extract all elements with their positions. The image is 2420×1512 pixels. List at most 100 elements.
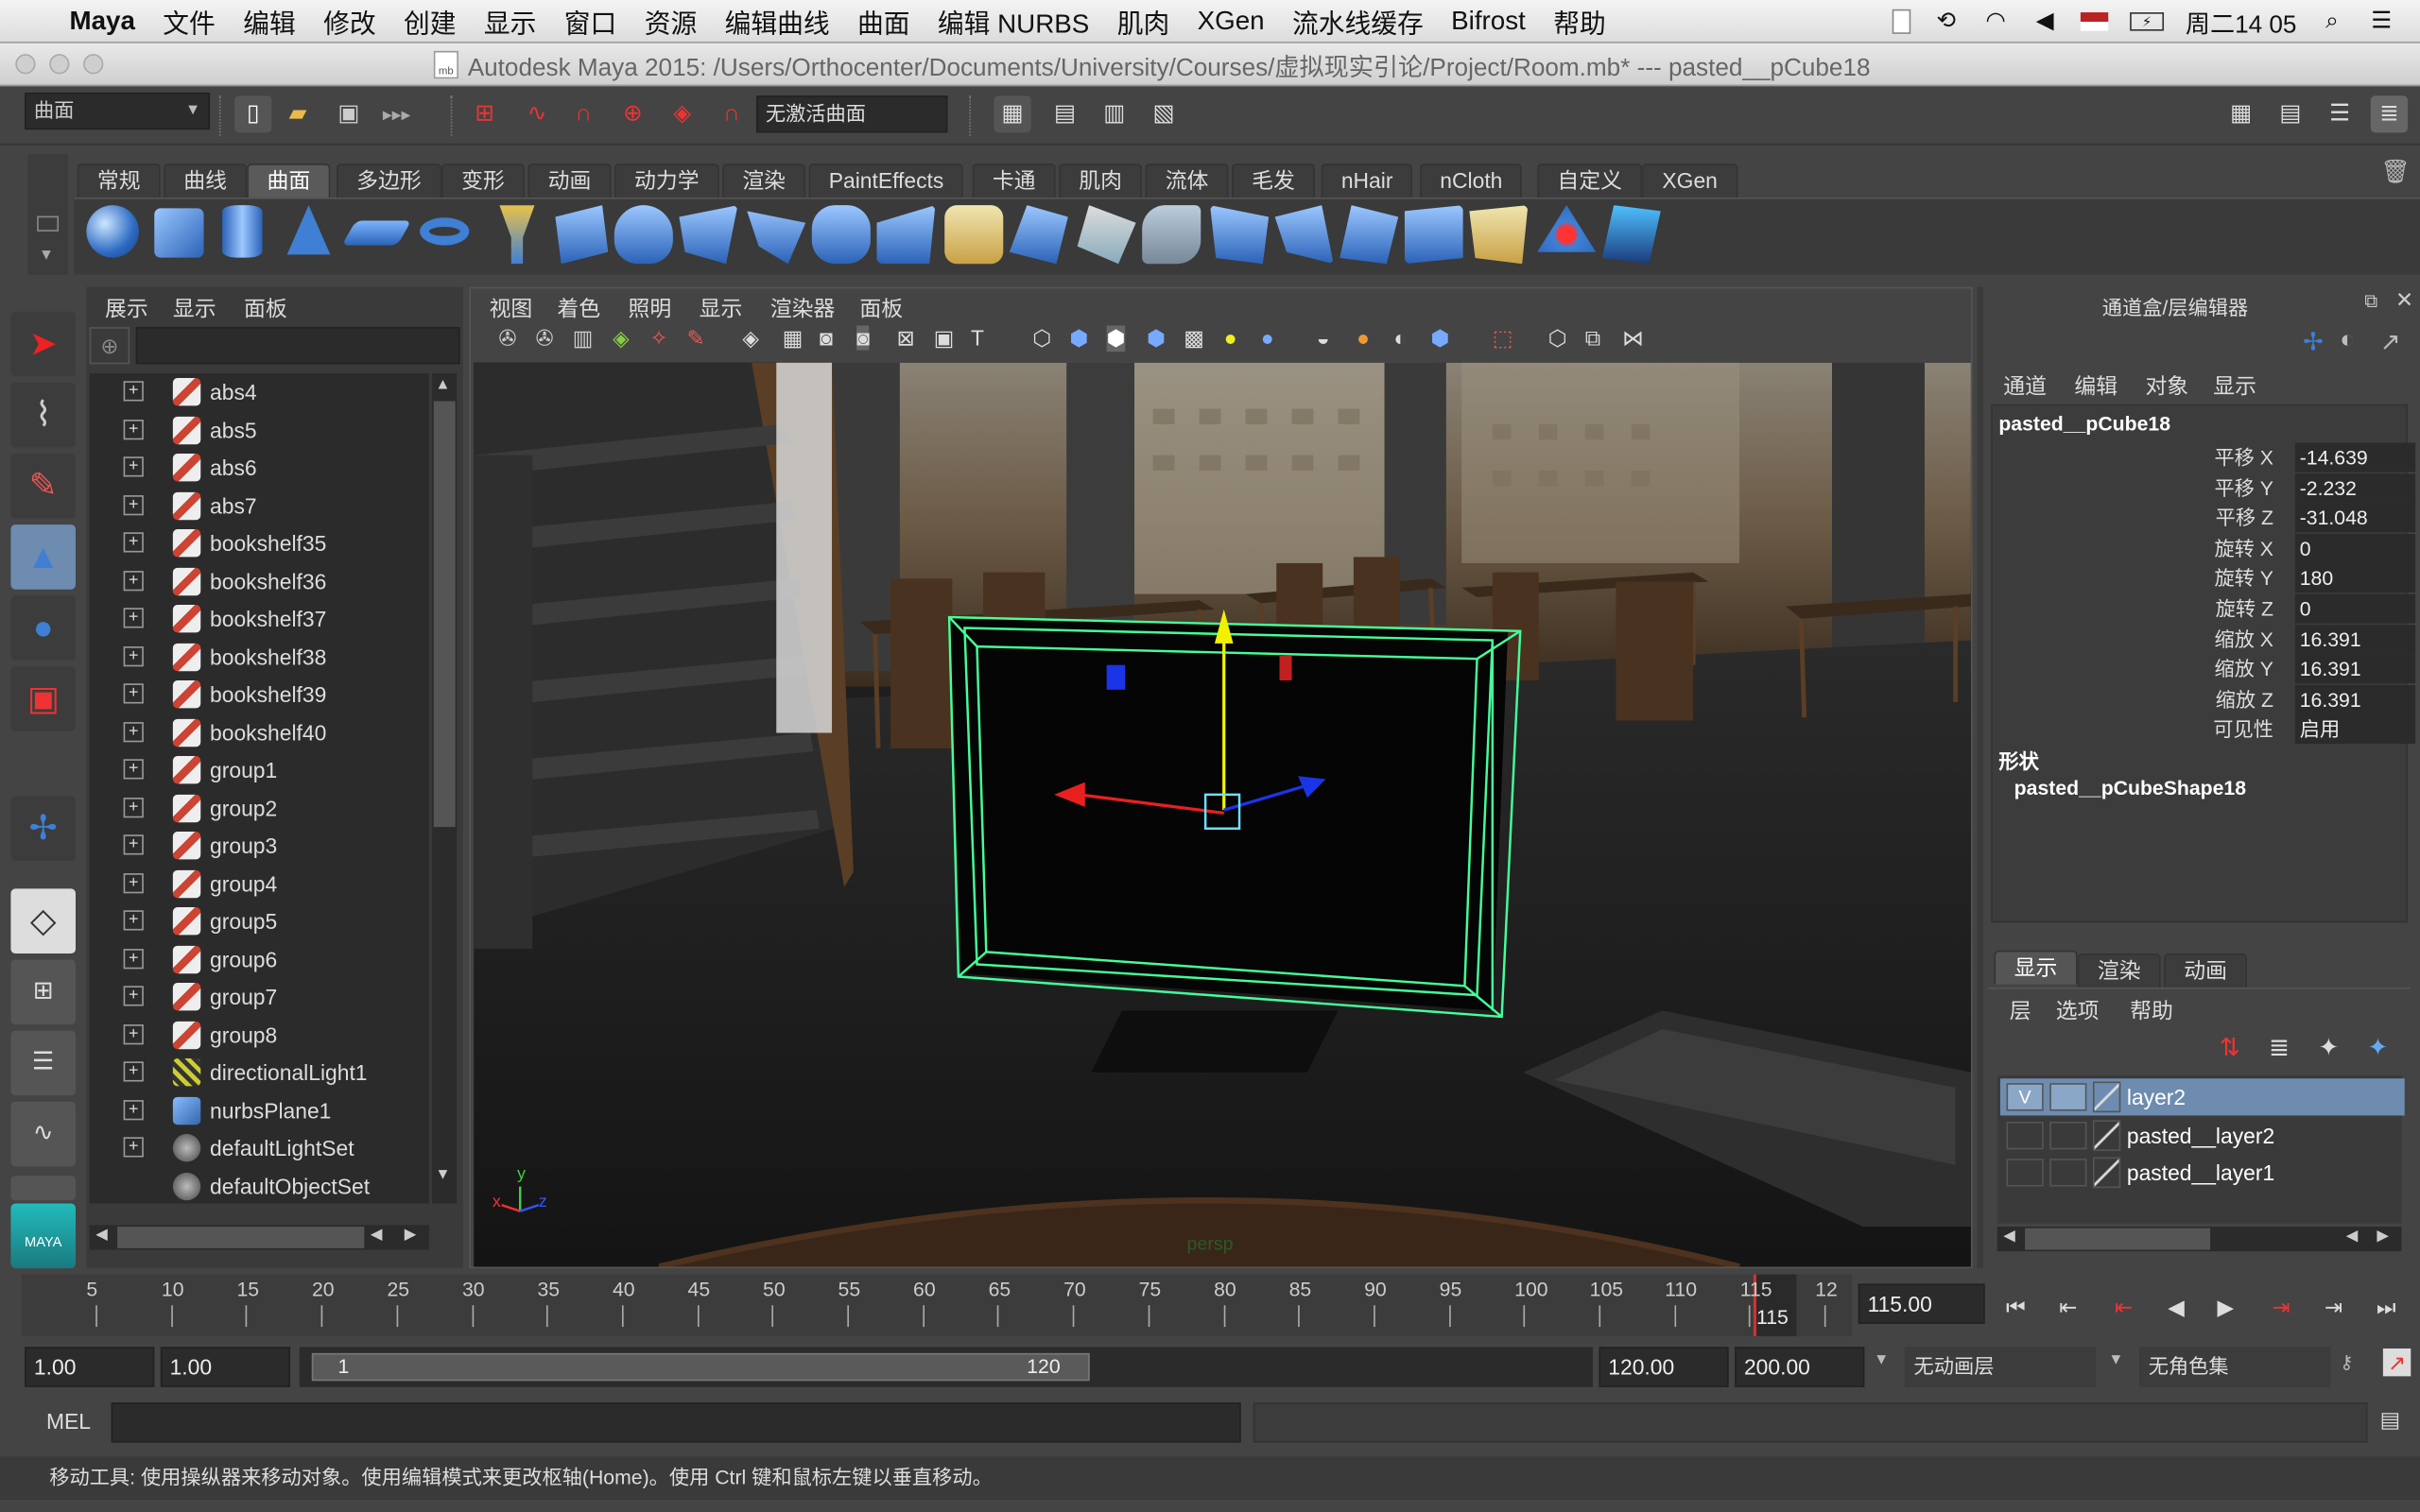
isolate-select-icon[interactable]: ⬚ — [1493, 325, 1513, 352]
expand-icon[interactable]: + — [123, 1061, 144, 1082]
go-to-end-icon[interactable]: ⏭ — [2371, 1293, 2402, 1320]
step-back-frame-icon[interactable]: ⇤ — [2108, 1293, 2139, 1320]
range-slider-bar[interactable]: 1 120 — [311, 1352, 1090, 1382]
outliner-item-bookshelf40[interactable]: + bookshelf40 — [90, 713, 429, 750]
animation-end-field[interactable]: 200.00 — [1735, 1347, 1865, 1387]
hud-icon[interactable]: ⬡ — [1548, 325, 1567, 352]
surface-editing-icon[interactable] — [1601, 205, 1661, 265]
outliner-menu-display[interactable]: 显示 — [173, 293, 216, 324]
layer-color-swatch[interactable] — [2092, 1119, 2121, 1151]
time-machine-icon[interactable]: ⟲ — [1932, 8, 1960, 33]
wifi-icon[interactable]: ◠ — [1981, 8, 2009, 33]
app-menu[interactable]: Maya — [56, 6, 149, 37]
close-icon[interactable]: ✕ — [2395, 287, 2413, 314]
nurbs-cube-icon[interactable] — [154, 208, 204, 258]
layout-shortcut-icon[interactable] — [10, 1176, 77, 1201]
make-live-icon[interactable]: ∩ — [713, 95, 750, 132]
live-surface-field[interactable]: 无激活曲面 — [756, 95, 948, 133]
time-slider-track[interactable]: 115 5 10 15 20 25 30 35 40 45 50 55 60 65 70 75 80 85 90 9… — [21, 1274, 1853, 1336]
layer-editor-toggle-icon[interactable]: ◐ — [2340, 327, 2355, 354]
animation-start-field[interactable]: 1.00 — [25, 1347, 155, 1387]
shelf-tab-general[interactable]: 常规 — [77, 163, 161, 198]
open-scene-icon[interactable]: ▰ — [280, 95, 317, 132]
close-window-button[interactable] — [15, 54, 36, 75]
chevron-down-icon[interactable]: ▼ — [2108, 1351, 2123, 1368]
outliner-item-group1[interactable]: + group1 — [90, 751, 429, 788]
attribute-editor-toggle-icon[interactable]: ↗ — [2380, 327, 2401, 358]
layer-tab-render[interactable]: 渲染 — [2077, 954, 2161, 988]
character-set-dropdown[interactable]: 无角色集 — [2138, 1347, 2331, 1387]
select-camera-icon[interactable]: ✇ — [498, 325, 516, 352]
layer-menu-help[interactable]: 帮助 — [2130, 995, 2173, 1026]
channel-value-field[interactable]: -2.232 — [2294, 472, 2416, 503]
show-attribute-editor-icon[interactable]: ▦ — [2222, 95, 2259, 132]
nurbs-cylinder-icon[interactable] — [222, 205, 263, 258]
outliner-item-group2[interactable]: + group2 — [90, 789, 429, 826]
channel-value-field[interactable]: 180 — [2294, 563, 2416, 593]
outliner-item-abs4[interactable]: + abs4 — [90, 373, 429, 410]
channel-value-field[interactable]: -31.048 — [2294, 503, 2416, 533]
resolution-gate-icon[interactable]: ◙ — [820, 325, 833, 350]
snap-point-icon[interactable]: ∩ — [565, 95, 602, 132]
paint-select-tool-icon[interactable]: ✎ — [10, 454, 77, 519]
four-view-layout-icon[interactable]: ⊞ — [10, 959, 77, 1025]
notification-center-icon[interactable]: ☰ — [2368, 8, 2395, 33]
channel-row[interactable]: 平移 Y -2.232 — [1998, 472, 2416, 503]
shelf-tab-surfaces[interactable]: 曲面 — [247, 163, 331, 198]
channel-value-field[interactable]: 16.391 — [2294, 624, 2416, 654]
viewport-menu-lighting[interactable]: 照明 — [629, 293, 672, 324]
checker-icon[interactable]: ▩ — [1184, 325, 1204, 352]
menu-edit[interactable]: 编辑 — [230, 2, 310, 41]
shelf-tab-animation[interactable]: 动画 — [527, 163, 612, 198]
snap-grid-icon[interactable]: ⊞ — [466, 95, 503, 132]
layer-visibility-toggle[interactable]: V — [2006, 1083, 2044, 1111]
expand-icon[interactable]: + — [123, 872, 144, 893]
shelf-tab-toon[interactable]: 卡通 — [972, 163, 1056, 198]
channel-row[interactable]: 旋转 Z 0 — [1998, 593, 2416, 624]
shelf-tab-fluids[interactable]: 流体 — [1145, 163, 1229, 198]
layer-visibility-toggle[interactable] — [2006, 1159, 2044, 1187]
menu-display[interactable]: 显示 — [470, 2, 550, 41]
outliner-item-group4[interactable]: + group4 — [90, 865, 429, 902]
notebook-icon[interactable] — [1892, 8, 1911, 34]
new-layer-from-selection-icon[interactable]: ✦ — [2368, 1032, 2389, 1063]
layer-hscroll-thumb[interactable] — [2025, 1228, 2211, 1250]
detach-icon[interactable] — [1340, 205, 1399, 265]
current-frame-field[interactable]: 115.00 — [1858, 1283, 1985, 1324]
key-icon[interactable]: ⚷ — [2340, 1351, 2353, 1373]
layer-row-pasted__layer1[interactable]: pasted__layer1 — [2000, 1154, 2405, 1191]
scroll-right-arrow-icon[interactable]: ▶ — [405, 1227, 417, 1244]
viewport-menu-panels[interactable]: 面板 — [859, 293, 903, 324]
frame-selection-icon[interactable]: ⧉ — [1585, 325, 1600, 352]
single-perspective-view-icon[interactable]: ◇ — [10, 888, 77, 954]
graph-persp-layout-icon[interactable]: ∿ — [10, 1101, 77, 1167]
nurbs-sphere-icon[interactable] — [86, 205, 139, 258]
safe-title-icon[interactable]: T — [971, 325, 984, 350]
expand-icon[interactable]: + — [123, 910, 144, 931]
expand-icon[interactable]: + — [123, 797, 144, 817]
manipulator-tool-icon[interactable]: ✢ — [10, 796, 77, 862]
outliner-item-directionalLight1[interactable]: + directionalLight1 — [90, 1054, 429, 1091]
channel-row[interactable]: 旋转 Y 180 — [1998, 563, 2416, 593]
shelf-tab-paint-effects[interactable]: PaintEffects — [808, 163, 964, 198]
square-icon[interactable] — [876, 205, 936, 265]
expand-icon[interactable]: + — [123, 381, 144, 402]
loft-icon[interactable] — [555, 205, 609, 265]
xray-joints-icon[interactable]: ◐ — [1393, 325, 1407, 350]
menu-xgen[interactable]: XGen — [1184, 6, 1278, 37]
shelf-tab-curves[interactable]: 曲线 — [164, 163, 248, 198]
zoom-window-button[interactable] — [83, 54, 104, 75]
float-panel-icon[interactable]: ⧉ — [2364, 290, 2377, 313]
expand-icon[interactable]: + — [123, 456, 144, 477]
show-layer-editor-icon[interactable]: ≣ — [2370, 95, 2409, 133]
intersect-icon[interactable] — [1077, 205, 1136, 265]
chevron-down-icon[interactable]: ▼ — [1874, 1351, 1889, 1368]
show-tool-settings-icon[interactable]: ▤ — [2272, 95, 2308, 132]
viewport-menu-view[interactable]: 视图 — [490, 293, 533, 324]
step-back-key-icon[interactable]: ⇤ — [2052, 1293, 2083, 1320]
filter-icon[interactable]: ⊕ — [89, 327, 130, 365]
render-view-icon[interactable]: ▦ — [994, 95, 1031, 133]
channel-row[interactable]: 可见性 启用 — [1998, 714, 2416, 745]
snap-surface-icon[interactable]: ◈ — [664, 95, 700, 132]
volume-icon[interactable]: ◀ — [2031, 8, 2059, 33]
